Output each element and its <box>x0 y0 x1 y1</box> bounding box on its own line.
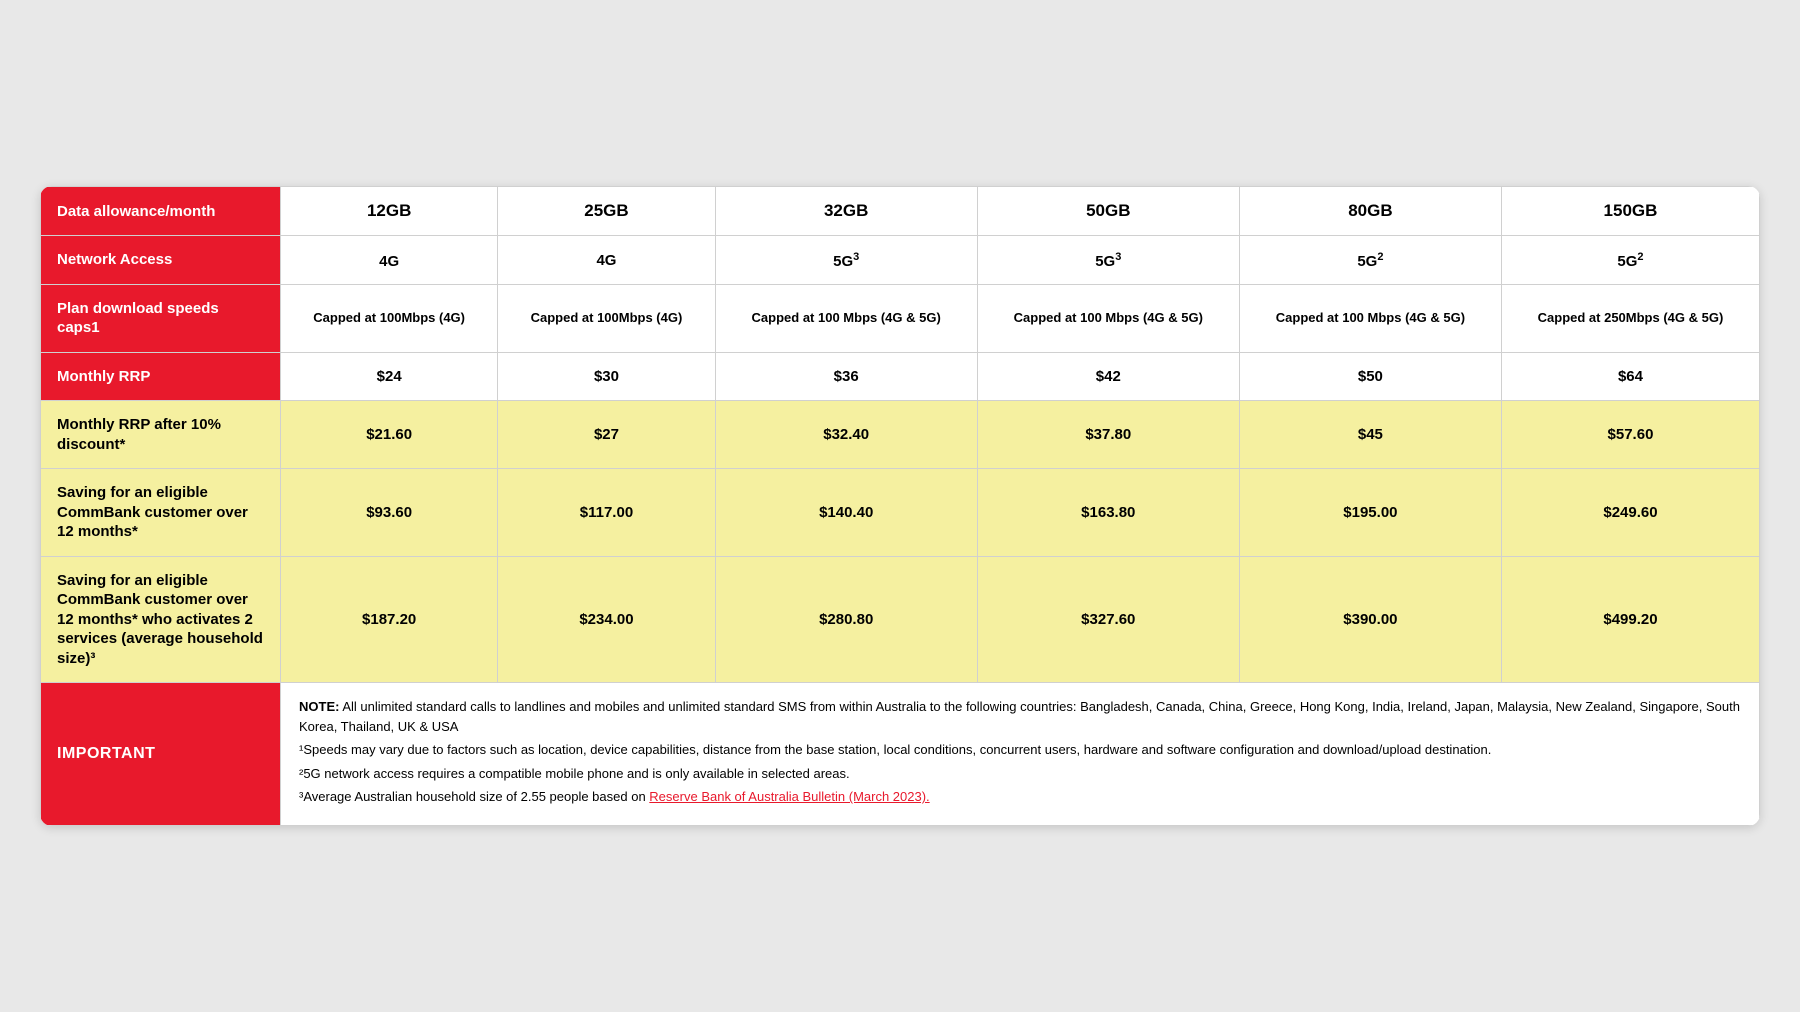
network-access-col1: 4G <box>281 236 498 285</box>
saving-2services-col2: $234.00 <box>498 556 715 683</box>
footnote2: ²5G network access requires a compatible… <box>299 764 1741 784</box>
saving-12months-col2: $117.00 <box>498 469 715 557</box>
pricing-table: Data allowance/month 12GB 25GB 32GB 50GB… <box>40 186 1760 826</box>
monthly-rrp-discount-row: Monthly RRP after 10% discount* $21.60 $… <box>41 401 1760 469</box>
monthly-rrp-discount-label: Monthly RRP after 10% discount* <box>41 401 281 469</box>
plan-download-label: Plan download speeds caps1 <box>41 284 281 352</box>
monthly-rrp-col6: $64 <box>1501 352 1759 401</box>
monthly-rrp-discount-col1: $21.60 <box>281 401 498 469</box>
plan-download-col2: Capped at 100Mbps (4G) <box>498 284 715 352</box>
network-access-row: Network Access 4G 4G 5G3 5G3 5G2 5G2 <box>41 236 1760 285</box>
saving-2services-col5: $390.00 <box>1239 556 1501 683</box>
monthly-rrp-discount-col6: $57.60 <box>1501 401 1759 469</box>
monthly-rrp-discount-col4: $37.80 <box>977 401 1239 469</box>
note-bold: NOTE: <box>299 699 339 714</box>
header-row: Data allowance/month 12GB 25GB 32GB 50GB… <box>41 187 1760 236</box>
monthly-rrp-col5: $50 <box>1239 352 1501 401</box>
plan-download-col6: Capped at 250Mbps (4G & 5G) <box>1501 284 1759 352</box>
saving-12months-row: Saving for an eligible CommBank customer… <box>41 469 1760 557</box>
monthly-rrp-col4: $42 <box>977 352 1239 401</box>
important-note: NOTE: All unlimited standard calls to la… <box>299 697 1741 736</box>
saving-12months-label: Saving for an eligible CommBank customer… <box>41 469 281 557</box>
important-content: NOTE: All unlimited standard calls to la… <box>281 683 1760 826</box>
header-label: Data allowance/month <box>57 203 215 220</box>
col-25gb: 25GB <box>498 187 715 236</box>
network-access-col2: 4G <box>498 236 715 285</box>
plan-download-col4: Capped at 100 Mbps (4G & 5G) <box>977 284 1239 352</box>
network-access-col6: 5G2 <box>1501 236 1759 285</box>
col-12gb: 12GB <box>281 187 498 236</box>
saving-12months-col3: $140.40 <box>715 469 977 557</box>
important-row: IMPORTANT NOTE: All unlimited standard c… <box>41 683 1760 826</box>
network-access-label: Network Access <box>41 236 281 285</box>
footnote3: ³Average Australian household size of 2.… <box>299 787 1741 807</box>
network-access-col4: 5G3 <box>977 236 1239 285</box>
saving-12months-col4: $163.80 <box>977 469 1239 557</box>
important-label: IMPORTANT <box>41 683 281 826</box>
plan-download-col3: Capped at 100 Mbps (4G & 5G) <box>715 284 977 352</box>
saving-2services-row: Saving for an eligible CommBank customer… <box>41 556 1760 683</box>
plan-download-row: Plan download speeds caps1 Capped at 100… <box>41 284 1760 352</box>
footnote3-pre: ³Average Australian household size of 2.… <box>299 789 649 804</box>
monthly-rrp-col3: $36 <box>715 352 977 401</box>
col-50gb: 50GB <box>977 187 1239 236</box>
header-label-cell: Data allowance/month <box>41 187 281 236</box>
saving-12months-col1: $93.60 <box>281 469 498 557</box>
saving-2services-col4: $327.60 <box>977 556 1239 683</box>
network-access-col3: 5G3 <box>715 236 977 285</box>
saving-2services-label: Saving for an eligible CommBank customer… <box>41 556 281 683</box>
col-32gb: 32GB <box>715 187 977 236</box>
monthly-rrp-label: Monthly RRP <box>41 352 281 401</box>
plan-download-col5: Capped at 100 Mbps (4G & 5G) <box>1239 284 1501 352</box>
monthly-rrp-col1: $24 <box>281 352 498 401</box>
saving-12months-col5: $195.00 <box>1239 469 1501 557</box>
pricing-table-container: Data allowance/month 12GB 25GB 32GB 50GB… <box>40 186 1760 826</box>
saving-2services-col1: $187.20 <box>281 556 498 683</box>
monthly-rrp-row: Monthly RRP $24 $30 $36 $42 $50 $64 <box>41 352 1760 401</box>
saving-2services-col6: $499.20 <box>1501 556 1759 683</box>
plan-download-col1: Capped at 100Mbps (4G) <box>281 284 498 352</box>
saving-2services-col3: $280.80 <box>715 556 977 683</box>
note-text: All unlimited standard calls to landline… <box>299 699 1740 734</box>
monthly-rrp-discount-col5: $45 <box>1239 401 1501 469</box>
monthly-rrp-discount-col3: $32.40 <box>715 401 977 469</box>
footnote1: ¹Speeds may vary due to factors such as … <box>299 740 1741 760</box>
col-150gb: 150GB <box>1501 187 1759 236</box>
saving-12months-col6: $249.60 <box>1501 469 1759 557</box>
monthly-rrp-discount-col2: $27 <box>498 401 715 469</box>
reserve-bank-link[interactable]: Reserve Bank of Australia Bulletin (Marc… <box>649 789 929 804</box>
monthly-rrp-col2: $30 <box>498 352 715 401</box>
network-access-col5: 5G2 <box>1239 236 1501 285</box>
col-80gb: 80GB <box>1239 187 1501 236</box>
